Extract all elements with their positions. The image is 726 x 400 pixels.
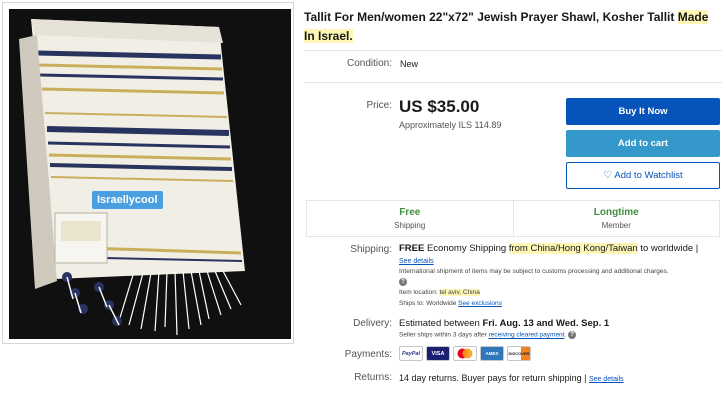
add-to-cart-button[interactable]: Add to cart — [566, 130, 720, 157]
condition-divider — [304, 82, 722, 83]
ships-to-label: Ships to: — [399, 300, 425, 307]
title-text: Tallit For Men/women 22"x72" Jewish Pray… — [304, 10, 678, 24]
price-label: Price: — [366, 100, 392, 111]
item-location-label: Item location: — [399, 289, 438, 296]
badge-free-shipping: Free Shipping — [307, 201, 513, 236]
returns-sep: | — [584, 373, 587, 383]
condition-value: New — [400, 59, 419, 69]
badge-subtitle: Member — [601, 221, 631, 230]
price-approx: Approximately ILS 114.89 — [399, 120, 502, 130]
delivery-note-text: Seller ships within 3 days after — [399, 331, 489, 339]
delivery-label: Delivery: — [353, 318, 392, 329]
product-photo[interactable]: Israellycool — [9, 9, 291, 339]
paypal-logo: PayPal — [399, 346, 423, 361]
returns-text: 14 day returns. Buyer pays for return sh… — [399, 373, 582, 383]
page-title: Tallit For Men/women 22"x72" Jewish Pray… — [304, 8, 716, 46]
badge-title: Longtime — [593, 207, 639, 218]
badge-longtime-member: Longtime Member — [512, 201, 720, 236]
shipping-dest: to worldwide — [640, 243, 694, 254]
product-photo-frame: Israellycool — [2, 2, 294, 344]
buy-it-now-button[interactable]: Buy It Now — [566, 98, 720, 125]
heart-icon: ♡ — [603, 170, 613, 181]
add-to-watchlist-button[interactable]: ♡ Add to Watchlist — [566, 162, 720, 189]
info-icon[interactable]: ? — [568, 331, 577, 339]
tallit-illustration — [19, 19, 245, 336]
ships-to: Ships to: Worldwide See exclusions — [399, 300, 502, 307]
shipping-sep: | — [695, 243, 699, 254]
ships-to-value: Worldwide — [426, 300, 457, 307]
visa-logo: VISA — [426, 346, 450, 361]
shipping-origin: from China/Hong Kong/Taiwan — [508, 243, 638, 254]
delivery-text: Estimated between — [399, 318, 483, 329]
shipping-free: FREE — [399, 243, 425, 254]
discover-logo: DISCOVER — [507, 346, 531, 361]
shipping-label: Shipping: — [350, 244, 392, 255]
amex-logo: AMEX — [480, 346, 504, 361]
title-divider — [304, 50, 722, 51]
shipping-see-details-link[interactable]: See details — [399, 258, 434, 265]
returns-see-details-link[interactable]: See details — [589, 376, 624, 383]
delivery-note: Seller ships within 3 days after receivi… — [399, 331, 577, 339]
shipping-service: Economy Shipping — [426, 243, 507, 254]
delivery-dates: Fri. Aug. 13 and Wed. Sep. 1 — [482, 318, 610, 329]
delivery-estimate: Estimated between Fri. Aug. 13 and Wed. … — [399, 318, 609, 329]
see-exclusions-link[interactable]: See exclusions — [458, 300, 502, 307]
condition-label: Condition: — [346, 58, 392, 69]
price-value: US $35.00 — [399, 97, 480, 116]
payments-label: Payments: — [344, 349, 392, 360]
mastercard-logo — [453, 346, 477, 361]
badge-title: Free — [399, 207, 421, 218]
returns-label: Returns: — [354, 372, 392, 383]
payment-logos: PayPal VISA AMEX DISCOVER — [399, 346, 531, 361]
intl-shipment-note: International shipment of items may be s… — [399, 268, 669, 275]
intl-info-wrap: ? — [399, 278, 407, 286]
returns-info: 14 day returns. Buyer pays for return sh… — [399, 373, 624, 383]
item-location-value: tel aviv, China — [439, 289, 480, 296]
shipping-summary: FREE Economy Shipping from China/Hong Ko… — [399, 243, 698, 254]
badge-subtitle: Shipping — [394, 221, 426, 230]
cleared-payment-link[interactable]: receiving cleared payment — [489, 332, 565, 339]
delivery-note-end: . — [564, 331, 567, 339]
info-icon[interactable]: ? — [399, 278, 407, 286]
photo-watermark: Israellycool — [92, 191, 163, 209]
badges-bar: Free Shipping Longtime Member — [306, 200, 720, 237]
watchlist-label: Add to Watchlist — [614, 170, 683, 181]
item-location: Item location: tel aviv, China — [399, 289, 480, 296]
